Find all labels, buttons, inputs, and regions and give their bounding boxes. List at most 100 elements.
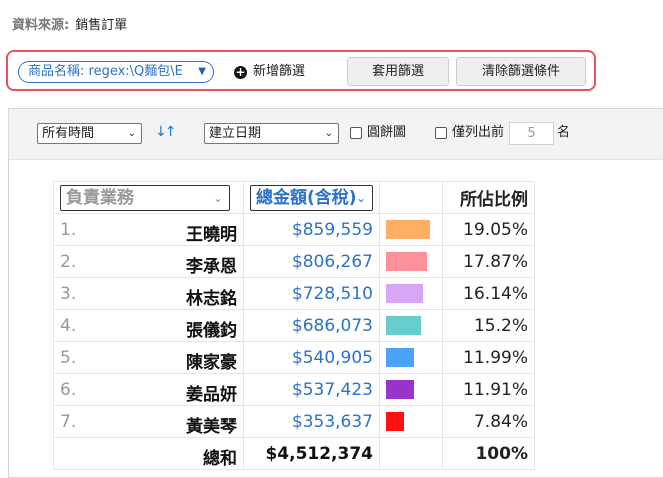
- owner-name: 陳家豪: [186, 353, 237, 373]
- owner-column-header: 負責業務 ⌄: [53, 181, 244, 214]
- owner-name: 姜品妍: [186, 385, 237, 405]
- top-n-label: 僅列出前: [452, 125, 505, 140]
- clear-filter-button[interactable]: 清除篩選條件: [456, 57, 586, 86]
- plus-circle-icon: +: [234, 65, 247, 79]
- amount-link[interactable]: $686,073: [243, 309, 380, 342]
- share-value: 19.05%: [442, 213, 535, 246]
- share-value: 11.91%: [442, 373, 535, 406]
- top-n-checkbox[interactable]: [435, 127, 447, 139]
- share-value: 17.87%: [442, 245, 535, 278]
- table-row: 3. 林志銘 $728,510 16.14%: [53, 277, 535, 310]
- rank-number: 2.: [60, 251, 77, 272]
- owner-name: 張儀鈞: [186, 321, 237, 341]
- date-field-select[interactable]: 建立日期 ⌄: [204, 123, 339, 144]
- total-share: 100%: [442, 437, 535, 470]
- filter-chip-label: 商品名稱: regex:\Q麵包\E: [28, 64, 183, 79]
- owner-name: 黃美琴: [186, 417, 237, 437]
- rank-number: 3.: [60, 283, 77, 304]
- share-value: 16.14%: [442, 277, 535, 310]
- amount-column-label: 總金額(含稅): [256, 187, 357, 208]
- share-bar: [386, 220, 430, 239]
- share-value: 11.99%: [442, 341, 535, 374]
- owner-name: 王曉明: [186, 225, 237, 245]
- amount-link[interactable]: $806,267: [243, 245, 380, 278]
- sales-report-table: 負責業務 ⌄ 總金額(含稅) ⌄ 所佔比例 1. 王曉明 $859,559 19.05% 2…: [53, 181, 535, 470]
- share-bar-cell: [379, 245, 443, 278]
- share-bar-cell: [379, 213, 443, 246]
- total-label-cell: 總和: [53, 437, 244, 470]
- rank-cell: 7. 黃美琴: [53, 405, 244, 438]
- amount-link[interactable]: $728,510: [243, 277, 380, 310]
- share-bar: [386, 380, 414, 399]
- data-source-value: 銷售訂單: [75, 18, 128, 33]
- share-bar-cell: [379, 373, 443, 406]
- owner-name: 林志銘: [186, 289, 237, 309]
- total-bar-cell: [379, 437, 443, 470]
- time-range-select[interactable]: 所有時間 ⌄: [37, 123, 142, 144]
- table-row: 1. 王曉明 $859,559 19.05%: [53, 213, 535, 246]
- amount-column-header: 總金額(含稅) ⌄: [243, 181, 380, 214]
- share-bar: [386, 348, 414, 367]
- share-value: 7.84%: [442, 405, 535, 438]
- share-bar-cell: [379, 405, 443, 438]
- table-row: 2. 李承恩 $806,267 17.87%: [53, 245, 535, 278]
- share-bar: [386, 316, 422, 335]
- amount-link[interactable]: $540,905: [243, 341, 380, 374]
- add-filter-button[interactable]: + 新增篩選: [234, 62, 305, 82]
- total-label: 總和: [203, 449, 237, 469]
- table-body: 1. 王曉明 $859,559 19.05% 2. 李承恩 $806,267 17.87% 3.…: [53, 213, 535, 470]
- rank-number: 4.: [60, 315, 77, 336]
- chevron-down-icon: ⌄: [324, 128, 333, 139]
- rank-cell: 3. 林志銘: [53, 277, 244, 310]
- rank-number: 7.: [60, 411, 77, 432]
- time-range-value: 所有時間: [42, 126, 95, 141]
- date-field-value: 建立日期: [209, 126, 262, 141]
- report-toolbar: 所有時間 ⌄ ↓↑ 建立日期 ⌄ 圓餅圖 僅列出前 5 名: [9, 109, 663, 160]
- share-bar-cell: [379, 277, 443, 310]
- table-row: 5. 陳家豪 $540,905 11.99%: [53, 341, 535, 374]
- filter-bar: 商品名稱: regex:\Q麵包\E ▼ + 新增篩選 套用篩選 清除篩選條件: [6, 50, 596, 91]
- amount-link[interactable]: $537,423: [243, 373, 380, 406]
- table-row: 6. 姜品妍 $537,423 11.91%: [53, 373, 535, 406]
- share-bar: [386, 284, 424, 303]
- data-source: 資料來源: 銷售訂單: [12, 14, 127, 33]
- rank-cell: 1. 王曉明: [53, 213, 244, 246]
- report-panel: 所有時間 ⌄ ↓↑ 建立日期 ⌄ 圓餅圖 僅列出前 5 名 負責業務 ⌄ 總金額(…: [8, 108, 663, 478]
- table-row: 4. 張儀鈞 $686,073 15.2%: [53, 309, 535, 342]
- top-n-suffix: 名: [557, 125, 571, 140]
- rank-number: 6.: [60, 379, 77, 400]
- amount-link[interactable]: $353,637: [243, 405, 380, 438]
- owner-name: 李承恩: [186, 257, 237, 277]
- rank-cell: 6. 姜品妍: [53, 373, 244, 406]
- amount-column-select[interactable]: 總金額(含稅) ⌄: [250, 184, 373, 211]
- share-bar: [386, 252, 428, 271]
- table-header-row: 負責業務 ⌄ 總金額(含稅) ⌄ 所佔比例: [53, 181, 535, 214]
- filter-chip-product-name[interactable]: 商品名稱: regex:\Q麵包\E ▼: [18, 61, 214, 83]
- rank-cell: 5. 陳家豪: [53, 341, 244, 374]
- rank-cell: 4. 張儀鈞: [53, 309, 244, 342]
- share-value: 15.2%: [442, 309, 535, 342]
- add-filter-label: 新增篩選: [253, 64, 306, 79]
- pie-chart-checkbox[interactable]: [350, 127, 362, 139]
- share-bar-cell: [379, 341, 443, 374]
- chevron-down-icon: ⌄: [212, 190, 223, 205]
- sort-order-icon[interactable]: ↓↑: [155, 124, 177, 140]
- top-n-input[interactable]: 5: [509, 122, 554, 145]
- share-bar: [386, 412, 405, 431]
- owner-column-label: 負責業務: [66, 187, 134, 208]
- bar-column-header: [379, 181, 443, 214]
- total-row: 總和 $4,512,374 100%: [53, 437, 535, 470]
- rank-number: 1.: [60, 219, 77, 240]
- apply-filter-button[interactable]: 套用篩選: [347, 57, 449, 86]
- rank-number: 5.: [60, 347, 77, 368]
- chevron-down-icon: ⌄: [355, 190, 366, 205]
- total-amount: $4,512,374: [243, 437, 380, 470]
- share-bar-cell: [379, 309, 443, 342]
- amount-link[interactable]: $859,559: [243, 213, 380, 246]
- share-column-header: 所佔比例: [442, 181, 535, 214]
- owner-column-select[interactable]: 負責業務 ⌄: [60, 184, 230, 211]
- chevron-down-icon: ⌄: [127, 128, 136, 139]
- table-row: 7. 黃美琴 $353,637 7.84%: [53, 405, 535, 438]
- data-source-label: 資料來源:: [12, 18, 70, 33]
- rank-cell: 2. 李承恩: [53, 245, 244, 278]
